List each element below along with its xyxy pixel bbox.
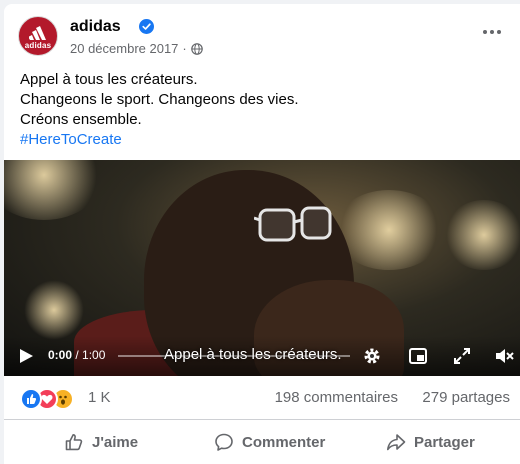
post-text-line: Créons ensemble. (20, 111, 142, 128)
comments-count[interactable]: 198 commentaires (275, 389, 398, 406)
video-player[interactable]: 0:00 / 1:00 Appel à tous les créateurs. (4, 160, 520, 376)
reactions-count[interactable]: 1 K (88, 389, 111, 406)
fullscreen-icon[interactable] (452, 346, 472, 366)
gear-icon[interactable] (362, 346, 382, 366)
post-text-line: Appel à tous les créateurs. (20, 71, 198, 88)
verified-badge-icon (139, 19, 154, 34)
video-subject-glasses (254, 206, 332, 242)
picture-in-picture-icon[interactable] (408, 346, 428, 366)
background-light (24, 280, 84, 340)
share-icon (387, 434, 406, 451)
post-date[interactable]: 20 décembre 2017 (70, 41, 178, 56)
play-icon[interactable] (18, 348, 34, 364)
volume-muted-icon[interactable] (494, 346, 514, 366)
globe-icon (190, 42, 203, 55)
post-text-line: Changeons le sport. Changeons des vies. (20, 91, 299, 108)
like-reaction-icon (20, 388, 42, 410)
current-time: 0:00 (48, 348, 73, 362)
more-options-icon (483, 30, 501, 34)
adidas-logo-icon (29, 26, 46, 40)
video-controls: 0:00 / 1:00 Appel à tous les créateurs. (4, 336, 520, 376)
shares-count[interactable]: 279 partages (422, 389, 510, 406)
post-actions: J'aime Commenter Partager (4, 420, 520, 464)
post-card: adidas adidas 20 décembre 2017 · Appel à… (4, 4, 520, 464)
post-text: Appel à tous les créateurs. Changeons le… (20, 70, 504, 150)
video-time: 0:00 / 1:00 (48, 348, 105, 362)
comment-icon (215, 433, 233, 451)
more-options-button[interactable] (480, 20, 504, 44)
post-header: adidas adidas 20 décembre 2017 · (18, 16, 520, 60)
avatar[interactable]: adidas (18, 16, 58, 56)
meta-separator: · (182, 41, 187, 56)
post-stats: 1 K 198 commentaires 279 partages (4, 376, 520, 420)
share-label: Partager (414, 433, 475, 451)
background-light (444, 200, 520, 270)
background-light (4, 160, 104, 220)
comment-label: Commenter (242, 433, 326, 451)
thumbs-up-icon (65, 434, 83, 451)
duration: / 1:00 (75, 348, 106, 362)
video-caption: Appel à tous les créateurs. (164, 346, 342, 363)
share-button[interactable]: Partager (386, 426, 475, 458)
post-meta: 20 décembre 2017 · (70, 41, 203, 56)
comment-button[interactable]: Commenter (214, 426, 325, 458)
like-button[interactable]: J'aime (64, 426, 138, 458)
reactions-summary[interactable] (20, 388, 84, 410)
page-name[interactable]: adidas (70, 18, 121, 36)
hashtag-link[interactable]: #HereToCreate (20, 130, 504, 150)
like-label: J'aime (92, 433, 139, 451)
avatar-text: adidas (24, 41, 52, 50)
